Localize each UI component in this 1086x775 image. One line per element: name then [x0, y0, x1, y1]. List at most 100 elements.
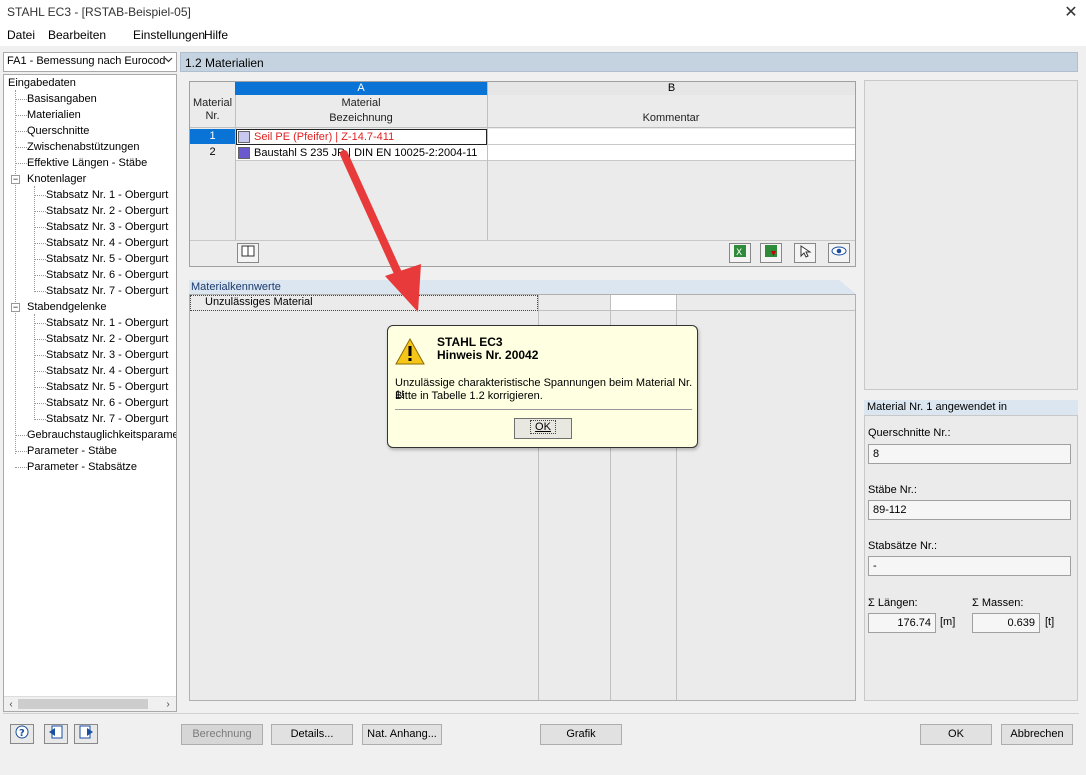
tree-item[interactable]: Stabsatz Nr. 5 - Obergurt: [46, 381, 168, 393]
material-library-button[interactable]: [237, 243, 259, 263]
tree-item[interactable]: Querschnitte: [27, 125, 89, 137]
arrow-left-icon: [49, 725, 63, 739]
menu-datei[interactable]: Datei: [7, 28, 35, 42]
tree-item[interactable]: Parameter - Stäbe: [27, 445, 117, 457]
tree-item[interactable]: Stabsatz Nr. 3 - Obergurt: [46, 349, 168, 361]
material-name[interactable]: Seil PE (Pfeifer) | Z-14.7-411: [254, 131, 394, 143]
tree-item[interactable]: Zwischenabstützungen: [27, 141, 140, 153]
menu-bar: Datei Bearbeiten Einstellungen Hilfe: [0, 26, 1086, 46]
close-icon[interactable]: ✕: [1060, 2, 1082, 24]
tree-item[interactable]: Stabsatz Nr. 3 - Obergurt: [46, 221, 168, 233]
annotation-arrow-icon: [340, 150, 421, 312]
tree-item[interactable]: Stabsatz Nr. 1 - Obergurt: [46, 317, 168, 329]
tree-item[interactable]: Stabsatz Nr. 4 - Obergurt: [46, 237, 168, 249]
scroll-left-icon[interactable]: ‹: [4, 697, 18, 711]
usage-panel: Querschnitte Nr.: 8 Stäbe Nr.: 89-112 St…: [864, 415, 1078, 701]
tree-item[interactable]: Stabsatz Nr. 2 - Obergurt: [46, 205, 168, 217]
tree-item[interactable]: Effektive Längen - Stäbe: [27, 157, 147, 169]
dialog-ok-button[interactable]: OK: [514, 418, 572, 439]
total-length-label: Σ Längen:: [868, 597, 918, 609]
tree-item[interactable]: Stabsatz Nr. 7 - Obergurt: [46, 285, 168, 297]
excel-export-icon: X: [734, 245, 746, 258]
total-mass-unit: [t]: [1045, 616, 1055, 628]
tree-item[interactable]: Stabsatz Nr. 2 - Obergurt: [46, 333, 168, 345]
materials-table: A B Material Nr. Material Bezeichnung Ko…: [189, 81, 856, 267]
menu-einstellungen[interactable]: Einstellungen: [133, 28, 205, 42]
scroll-right-icon[interactable]: ›: [161, 697, 175, 711]
row-number[interactable]: 1: [190, 129, 235, 144]
menu-hilfe[interactable]: Hilfe: [204, 28, 228, 42]
tree-item[interactable]: Stabsatz Nr. 7 - Obergurt: [46, 413, 168, 425]
panel-header: 1.2 Materialien: [180, 52, 1078, 72]
help-icon: ?: [15, 725, 29, 739]
collapse-icon[interactable]: −: [11, 303, 20, 312]
invalid-material-row[interactable]: Unzulässiges Material: [205, 296, 313, 308]
calculation-button[interactable]: Berechnung: [181, 724, 263, 745]
member-sets-field: -: [868, 556, 1071, 576]
menu-bearbeiten[interactable]: Bearbeiten: [48, 28, 106, 42]
book-icon: [241, 245, 255, 257]
previous-table-button[interactable]: [44, 724, 68, 744]
tree-item[interactable]: Stabsatz Nr. 4 - Obergurt: [46, 365, 168, 377]
next-table-button[interactable]: [74, 724, 98, 744]
column-b-header[interactable]: B: [487, 82, 855, 95]
ok-button[interactable]: OK: [920, 724, 992, 745]
page-title: 1.2 Materialien: [185, 56, 264, 70]
nr-header-line1: Material: [192, 97, 233, 109]
preview-panel: [864, 80, 1078, 390]
column-a-header[interactable]: A: [235, 82, 487, 95]
nr-header-line2: Nr.: [205, 110, 220, 122]
arrow-right-icon: [79, 725, 93, 739]
tree-item[interactable]: Stabsatz Nr. 5 - Obergurt: [46, 253, 168, 265]
cancel-button[interactable]: Abbrechen: [1001, 724, 1073, 745]
select-pick-button[interactable]: [794, 243, 816, 263]
total-mass-label: Σ Massen:: [972, 597, 1024, 609]
cursor-pick-icon: [800, 245, 812, 258]
total-mass-field: 0.639: [972, 613, 1040, 633]
properties-title: Materialkennwerte: [191, 281, 281, 293]
total-length-field: 176.74: [868, 613, 936, 633]
scrollbar-thumb[interactable]: [18, 699, 148, 709]
view-button[interactable]: [828, 243, 850, 263]
tree-item[interactable]: Materialien: [27, 109, 81, 121]
collapse-icon[interactable]: −: [11, 175, 20, 184]
dialog-title: STAHL EC3: [437, 335, 503, 349]
col-a-header-line2: Bezeichnung: [329, 112, 393, 124]
tree-item[interactable]: Stabsatz Nr. 6 - Obergurt: [46, 269, 168, 281]
dialog-message-line2: Bitte in Tabelle 1.2 korrigieren.: [395, 390, 543, 402]
comment-cell[interactable]: [488, 145, 855, 161]
material-color-swatch: [238, 147, 250, 159]
tree-item[interactable]: Basisangaben: [27, 93, 97, 105]
tree-item[interactable]: Stabsatz Nr. 1 - Obergurt: [46, 189, 168, 201]
member-sets-label: Stabsätze Nr.:: [868, 540, 938, 552]
design-case-value: FA1 - Bemessung nach Eurocod: [7, 55, 166, 67]
message-dialog: STAHL EC3 Hinweis Nr. 20042 Unzulässige …: [387, 325, 698, 448]
tree-group-knotenlager[interactable]: Knotenlager: [27, 173, 86, 185]
row-number[interactable]: 2: [190, 145, 235, 160]
members-field: 89-112: [868, 500, 1071, 520]
graphics-button[interactable]: Grafik: [540, 724, 622, 745]
export-excel-button[interactable]: X: [729, 243, 751, 263]
design-case-select[interactable]: FA1 - Bemessung nach Eurocod: [3, 52, 177, 72]
col-b-header-label: Kommentar: [642, 112, 700, 124]
warning-icon: [395, 338, 425, 365]
help-button[interactable]: ?: [10, 724, 34, 744]
tree-root[interactable]: Eingabedaten: [8, 77, 76, 89]
usage-title: Material Nr. 1 angewendet in: [867, 401, 1008, 413]
usage-header: Material Nr. 1 angewendet in: [864, 400, 1078, 415]
tree-item[interactable]: Stabsatz Nr. 6 - Obergurt: [46, 397, 168, 409]
svg-text:?: ?: [19, 728, 25, 739]
tree-item[interactable]: Gebrauchstauglichkeitsparamet: [27, 429, 176, 441]
national-annex-button[interactable]: Nat. Anhang...: [362, 724, 442, 745]
dialog-ok-label: OK: [530, 420, 556, 434]
details-button[interactable]: Details...: [271, 724, 353, 745]
eye-icon: [831, 246, 847, 256]
tree-item[interactable]: Parameter - Stabsätze: [27, 461, 137, 473]
tree-group-stabendgelenke[interactable]: Stabendgelenke: [27, 301, 107, 313]
comment-cell[interactable]: [488, 129, 855, 145]
col-a-header-line1: Material: [341, 97, 381, 109]
import-excel-button[interactable]: [760, 243, 782, 263]
members-label: Stäbe Nr.:: [868, 484, 917, 496]
material-color-swatch: [238, 131, 250, 143]
tree-horizontal-scrollbar[interactable]: ‹ ›: [4, 696, 176, 711]
